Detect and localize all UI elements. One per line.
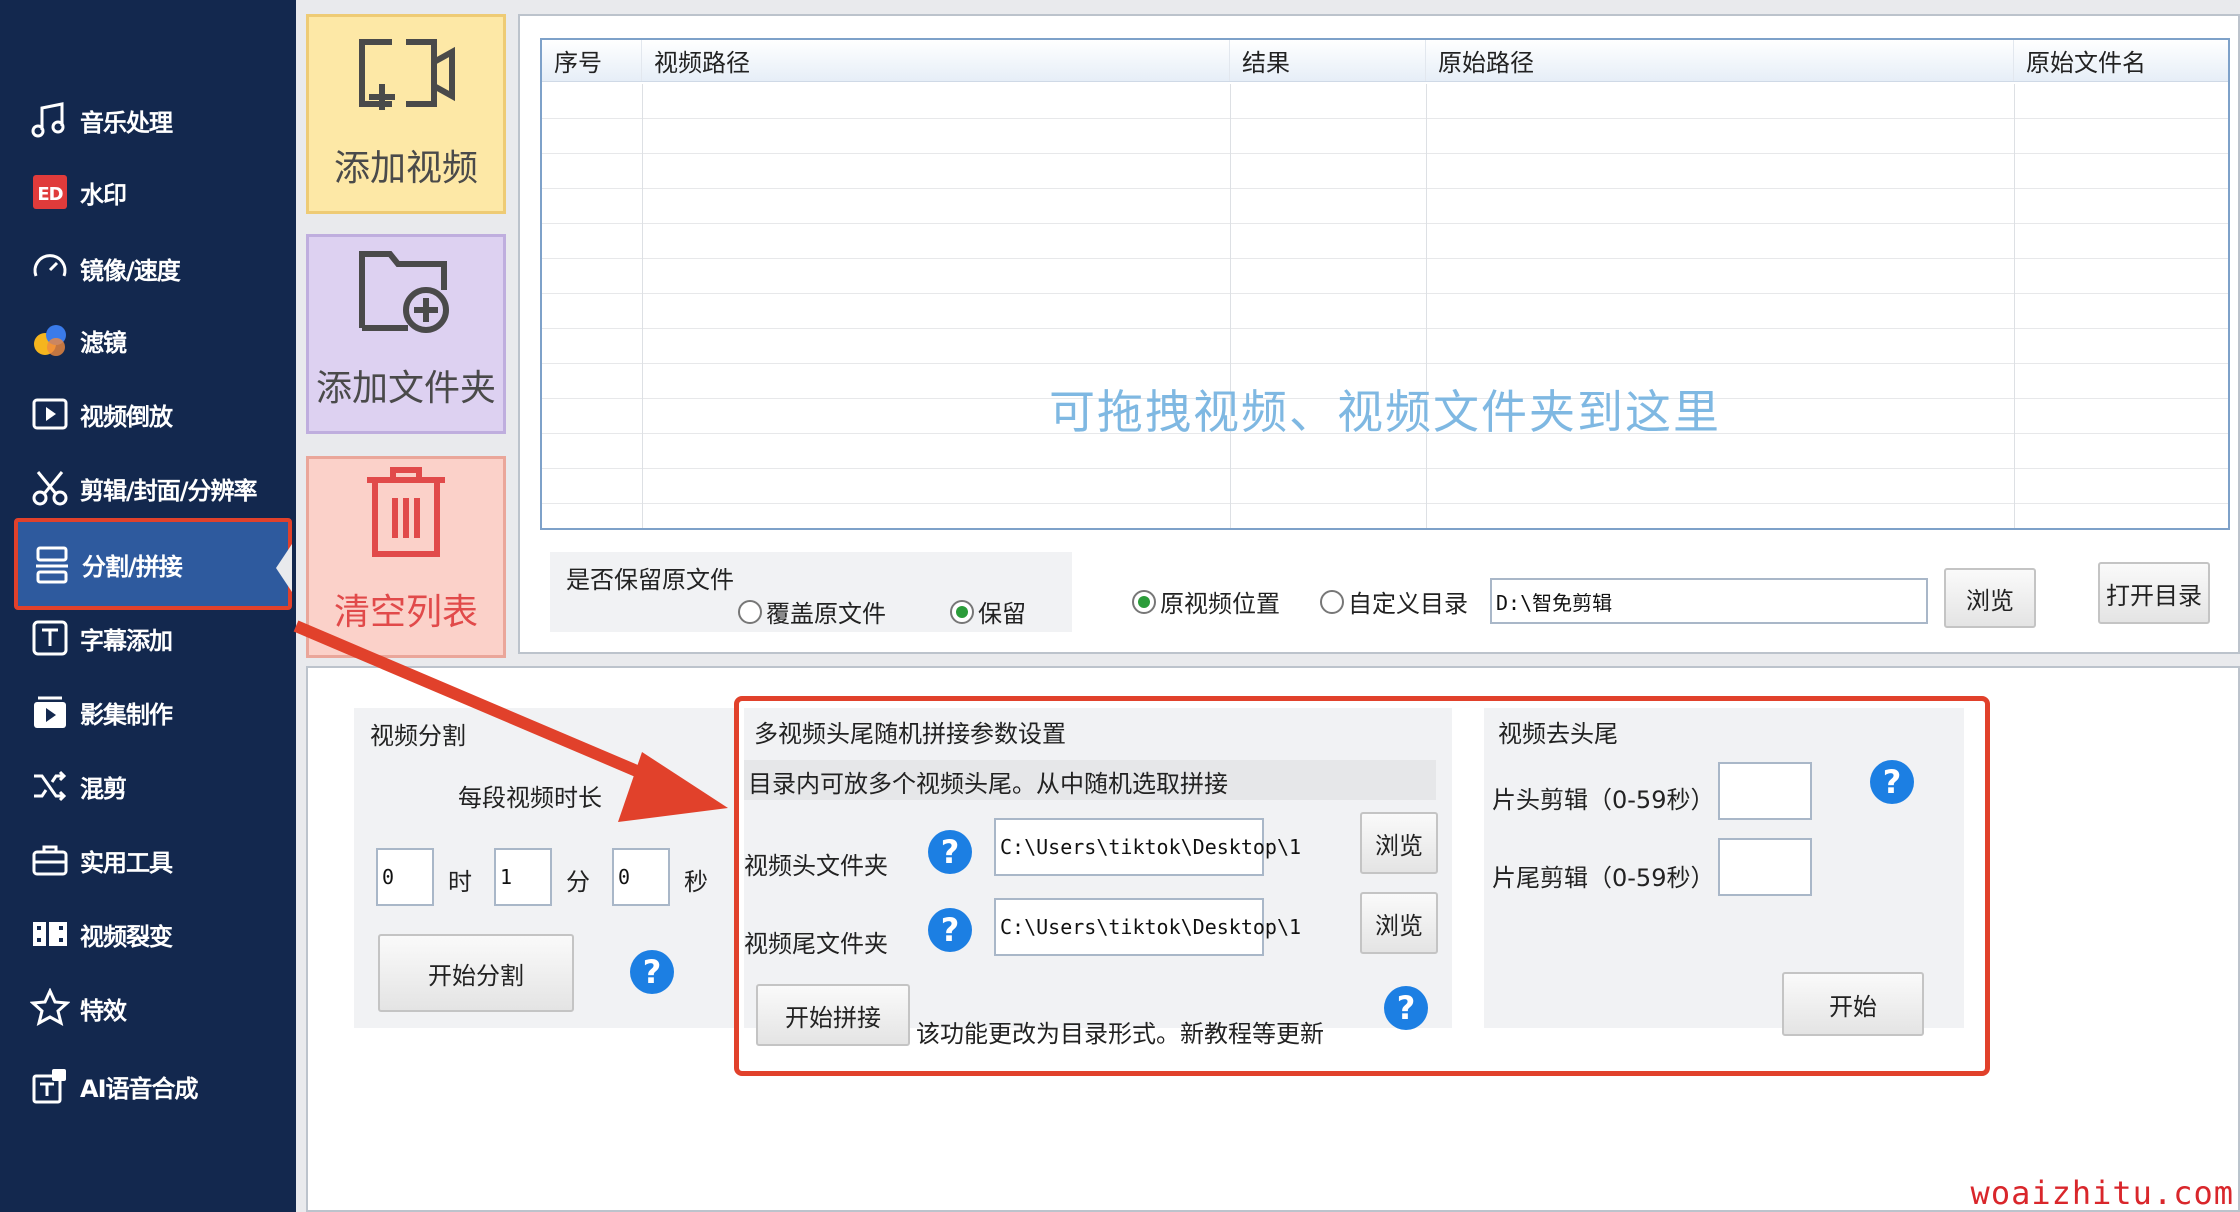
site-watermark: woaizhitu.com	[1970, 1174, 2234, 1212]
annotation-arrow-icon	[293, 620, 728, 822]
